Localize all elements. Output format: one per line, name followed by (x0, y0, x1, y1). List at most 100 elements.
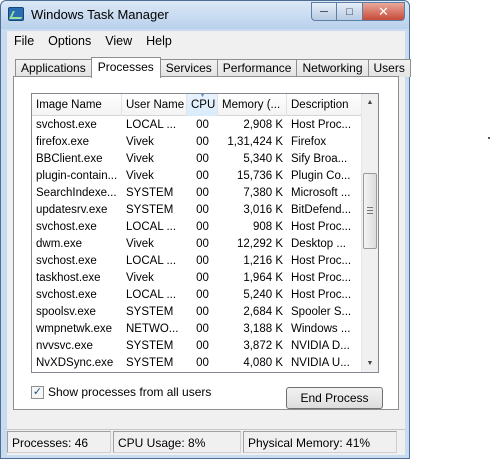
column-memory[interactable]: Memory (... (218, 94, 287, 116)
table-row[interactable]: taskhost.exe Vivek 00 1,964 K Host Proc... (32, 270, 363, 287)
cell-memory: 7,380 K (243, 187, 283, 199)
menu-file[interactable]: File (7, 34, 41, 48)
menu-options[interactable]: Options (41, 34, 98, 48)
maximize-button[interactable]: □ (337, 2, 363, 21)
table-row[interactable]: firefox.exe Vivek 00 1,31,424 K Firefox (32, 134, 363, 151)
cell-cpu: 00 (196, 153, 209, 165)
scroll-up-icon[interactable]: ▲ (362, 94, 378, 111)
cell-cpu: 00 (196, 119, 209, 131)
table-row[interactable]: dwm.exe Vivek 00 12,292 K Desktop ... (32, 236, 363, 253)
cell-user-name: SYSTEM (126, 187, 174, 199)
title-bar[interactable]: Windows Task Manager ─ □ ✕ (1, 1, 409, 29)
tab-networking[interactable]: Networking (296, 59, 369, 77)
menu-help[interactable]: Help (139, 34, 179, 48)
table-row[interactable]: spoolsv.exe SYSTEM 00 2,684 K Spooler S... (32, 304, 363, 321)
cell-image-name: spoolsv.exe (36, 306, 96, 318)
cell-image-name: dwm.exe (36, 238, 83, 250)
show-all-checkbox[interactable]: ✓ (31, 385, 44, 399)
show-all-processes[interactable]: ✓ Show processes from all users (31, 385, 211, 399)
cell-description: NVIDIA U... (291, 357, 350, 369)
table-header: Image Name User Name ▼ CPU Memory (... D… (32, 94, 363, 116)
cell-user-name: SYSTEM (126, 204, 174, 216)
minimize-button[interactable]: ─ (311, 2, 337, 21)
cell-cpu: 00 (196, 272, 209, 284)
status-processes: Processes: 46 (7, 431, 111, 453)
grip-icon (367, 207, 373, 214)
table-row[interactable]: NvXDSync.exe SYSTEM 00 4,080 K NVIDIA U... (32, 355, 363, 372)
tab-services[interactable]: Services (159, 59, 218, 77)
cell-memory: 908 K (252, 221, 283, 233)
cell-image-name: svchost.exe (36, 221, 97, 233)
column-description[interactable]: Description (287, 94, 363, 116)
process-table: Image Name User Name ▼ CPU Memory (... D… (31, 93, 379, 373)
table-row[interactable]: wmpnetwk.exe NETWO... 00 3,188 K Windows ... (32, 321, 363, 338)
status-cpu-usage: CPU Usage: 8% (113, 431, 241, 453)
end-process-button[interactable]: End Process (286, 387, 383, 409)
cell-cpu: 00 (196, 255, 209, 267)
table-row[interactable]: svchost.exe LOCAL ... 00 5,240 K Host Proc..… (32, 287, 363, 304)
vertical-scrollbar[interactable]: ▲ ▼ (361, 94, 378, 372)
column-user-name[interactable]: User Name (122, 94, 187, 116)
cell-description: Plugin Co... (291, 170, 351, 182)
cell-memory: 1,31,424 K (227, 136, 283, 148)
menu-view[interactable]: View (98, 34, 139, 48)
table-body: svchost.exe LOCAL ... 00 2,908 K Host Proc..… (32, 117, 363, 372)
cell-image-name: plugin-contain... (36, 170, 118, 182)
close-button[interactable]: ✕ (363, 2, 405, 21)
cell-image-name: BBClient.exe (36, 153, 103, 165)
tab-applications[interactable]: Applications (15, 59, 92, 77)
cell-memory: 3,872 K (243, 340, 283, 352)
table-row[interactable]: svchost.exe LOCAL ... 00 908 K Host Proc... (32, 219, 363, 236)
cell-cpu: 00 (196, 187, 209, 199)
cell-image-name: svchost.exe (36, 289, 97, 301)
cell-cpu: 00 (196, 340, 209, 352)
cell-description: Host Proc... (291, 119, 352, 131)
scroll-thumb[interactable] (363, 173, 377, 249)
status-bar: Processes: 46 CPU Usage: 8% Physical Mem… (7, 429, 405, 453)
cell-user-name: Vivek (126, 153, 154, 165)
table-row[interactable]: SearchIndexe... SYSTEM 00 7,380 K Microsoft … (32, 185, 363, 202)
cell-memory: 12,292 K (236, 238, 283, 250)
cell-memory: 2,684 K (243, 306, 283, 318)
cell-description: Host Proc... (291, 221, 352, 233)
task-manager-icon (8, 7, 24, 21)
cell-memory: 1,964 K (243, 272, 283, 284)
cell-memory: 2,908 K (243, 119, 283, 131)
tab-processes[interactable]: Processes (90, 57, 161, 78)
cell-user-name: LOCAL ... (126, 289, 177, 301)
column-image-name[interactable]: Image Name (32, 94, 122, 116)
table-row[interactable]: svchost.exe LOCAL ... 00 2,908 K Host Proc..… (32, 117, 363, 134)
cell-user-name: LOCAL ... (126, 255, 177, 267)
cell-image-name: nvvsvc.exe (36, 340, 93, 352)
cell-description: Host Proc... (291, 272, 352, 284)
cell-user-name: Vivek (126, 272, 154, 284)
cell-cpu: 00 (196, 306, 209, 318)
cell-cpu: 00 (196, 289, 209, 301)
cell-image-name: taskhost.exe (36, 272, 101, 284)
cell-description: Host Proc... (291, 255, 352, 267)
tab-performance[interactable]: Performance (216, 59, 298, 77)
cell-description: Firefox (291, 136, 327, 148)
cell-cpu: 00 (196, 136, 209, 148)
client-area: Applications Processes Services Performa… (7, 51, 411, 455)
cell-image-name: SearchIndexe... (36, 187, 117, 199)
cell-user-name: Vivek (126, 238, 154, 250)
scroll-down-icon[interactable]: ▼ (362, 355, 378, 372)
cell-image-name: NvXDSync.exe (36, 357, 114, 369)
cell-memory: 5,340 K (243, 153, 283, 165)
cell-description: NVIDIA D... (291, 340, 350, 352)
table-row[interactable]: svchost.exe LOCAL ... 00 1,216 K Host Proc..… (32, 253, 363, 270)
cell-cpu: 00 (196, 221, 209, 233)
cell-description: Windows ... (291, 323, 351, 335)
table-row[interactable]: BBClient.exe Vivek 00 5,340 K Sify Broa... (32, 151, 363, 168)
status-physical-memory: Physical Memory: 41% (243, 431, 397, 453)
column-cpu[interactable]: ▼ CPU (187, 94, 218, 116)
cell-cpu: 00 (196, 323, 209, 335)
tab-users[interactable]: Users (367, 59, 411, 77)
cell-cpu: 00 (196, 204, 209, 216)
table-row[interactable]: plugin-contain... Vivek 00 15,736 K Plugin C… (32, 168, 363, 185)
table-row[interactable]: nvvsvc.exe SYSTEM 00 3,872 K NVIDIA D... (32, 338, 363, 355)
table-row[interactable]: updatesrv.exe SYSTEM 00 3,016 K BitDefend... (32, 202, 363, 219)
cell-user-name: LOCAL ... (126, 221, 177, 233)
show-all-label: Show processes from all users (48, 385, 212, 399)
